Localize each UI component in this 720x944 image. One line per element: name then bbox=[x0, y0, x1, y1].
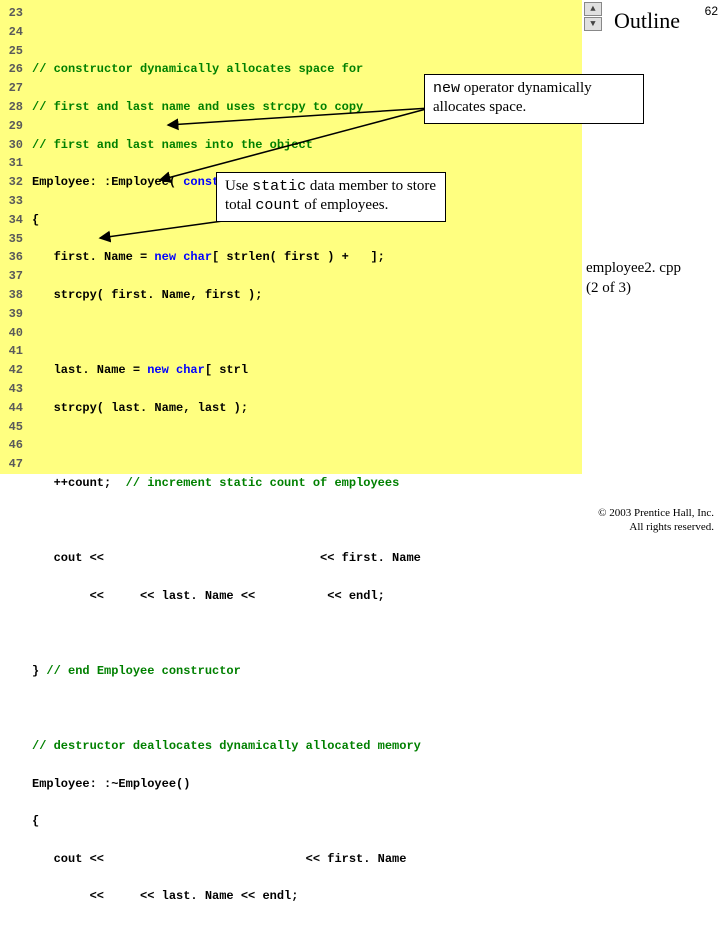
chevron-down-icon: ▼ bbox=[590, 19, 595, 29]
nav-up-button[interactable]: ▲ bbox=[584, 2, 602, 16]
code-line: cout << << first. Name bbox=[32, 549, 421, 568]
lineno: 44 bbox=[3, 399, 23, 418]
code-line: << << last. Name << << endl; bbox=[32, 587, 421, 606]
code-line bbox=[32, 699, 421, 718]
lineno: 47 bbox=[3, 455, 23, 474]
lineno: 30 bbox=[3, 136, 23, 155]
code-text: last. Name = bbox=[32, 363, 147, 377]
code-line: // first and last name and uses strcpy t… bbox=[32, 98, 421, 117]
code-line bbox=[32, 624, 421, 643]
code-keyword: new char bbox=[147, 363, 205, 377]
lineno: 33 bbox=[3, 192, 23, 211]
callout-text: Use bbox=[225, 178, 252, 194]
lineno: 37 bbox=[3, 267, 23, 286]
file-label: employee2. cpp (2 of 3) bbox=[586, 258, 681, 298]
code-line: Employee: :~Employee() bbox=[32, 775, 421, 794]
code-line: last. Name = new char[ strl bbox=[32, 361, 421, 380]
lineno: 34 bbox=[3, 211, 23, 230]
file-progress: (2 of 3) bbox=[586, 278, 681, 298]
code-line: // destructor deallocates dynamically al… bbox=[32, 737, 421, 756]
code-text: } bbox=[32, 664, 46, 678]
nav-down-button[interactable]: ▼ bbox=[584, 17, 602, 31]
copyright-line: © 2003 Prentice Hall, Inc. bbox=[598, 506, 714, 520]
code-line: // constructor dynamically allocates spa… bbox=[32, 60, 421, 79]
chevron-up-icon: ▲ bbox=[590, 4, 595, 14]
code-line: cout << << first. Name bbox=[32, 850, 421, 869]
code-line: } // end Employee constructor bbox=[32, 662, 421, 681]
code-line: strcpy( first. Name, first ); bbox=[32, 286, 421, 305]
lineno: 29 bbox=[3, 117, 23, 136]
page-number: 62 bbox=[705, 4, 718, 18]
code-line bbox=[32, 324, 421, 343]
nav-buttons: ▲ ▼ bbox=[584, 2, 602, 31]
code-line: first. Name = new char[ strlen( first ) … bbox=[32, 248, 421, 267]
lineno: 43 bbox=[3, 380, 23, 399]
outline-label: Outline bbox=[614, 8, 680, 34]
lineno: 46 bbox=[3, 436, 23, 455]
code-comment: // increment static count of employees bbox=[126, 476, 400, 490]
lineno: 35 bbox=[3, 230, 23, 249]
copyright-line: All rights reserved. bbox=[598, 520, 714, 534]
lineno: 36 bbox=[3, 248, 23, 267]
slide: 23 24 25 26 27 28 29 30 31 32 33 34 35 3… bbox=[0, 0, 720, 540]
code-text: first. Name = bbox=[32, 250, 154, 264]
lineno: 45 bbox=[3, 418, 23, 437]
line-numbers: 23 24 25 26 27 28 29 30 31 32 33 34 35 3… bbox=[3, 4, 23, 474]
lineno: 25 bbox=[3, 42, 23, 61]
code-text: [ strl bbox=[205, 363, 248, 377]
code-line bbox=[32, 436, 421, 455]
callout-code: static bbox=[252, 178, 306, 195]
code-line: strcpy( last. Name, last ); bbox=[32, 399, 421, 418]
lineno: 39 bbox=[3, 305, 23, 324]
lineno: 32 bbox=[3, 173, 23, 192]
code-line bbox=[32, 512, 421, 531]
code-lines: // constructor dynamically allocates spa… bbox=[32, 4, 421, 944]
callout-text: of employees. bbox=[300, 197, 388, 213]
lineno: 24 bbox=[3, 23, 23, 42]
lineno: 38 bbox=[3, 286, 23, 305]
code-line: ++count; // increment static count of em… bbox=[32, 474, 421, 493]
lineno: 40 bbox=[3, 324, 23, 343]
lineno: 41 bbox=[3, 342, 23, 361]
callout-new-operator: new operator dynamically allocates space… bbox=[424, 74, 644, 124]
file-name: employee2. cpp bbox=[586, 258, 681, 278]
code-text: [ strlen( first ) + ]; bbox=[212, 250, 385, 264]
callout-code: new bbox=[433, 80, 460, 97]
code-text: Employee: :Employee( bbox=[32, 175, 183, 189]
callout-static-member: Use static data member to store total co… bbox=[216, 172, 446, 222]
code-line: { bbox=[32, 812, 421, 831]
callout-code: count bbox=[255, 197, 300, 214]
lineno: 28 bbox=[3, 98, 23, 117]
copyright: © 2003 Prentice Hall, Inc. All rights re… bbox=[598, 506, 714, 534]
code-line: // first and last names into the object bbox=[32, 136, 421, 155]
lineno: 23 bbox=[3, 4, 23, 23]
code-comment: // end Employee constructor bbox=[46, 664, 240, 678]
lineno: 27 bbox=[3, 79, 23, 98]
code-line bbox=[32, 23, 421, 42]
code-line: << << last. Name << endl; bbox=[32, 887, 421, 906]
code-keyword: new char bbox=[154, 250, 212, 264]
lineno: 31 bbox=[3, 154, 23, 173]
code-text: ++count; bbox=[32, 476, 126, 490]
code-area: 23 24 25 26 27 28 29 30 31 32 33 34 35 3… bbox=[0, 0, 582, 474]
lineno: 26 bbox=[3, 60, 23, 79]
lineno: 42 bbox=[3, 361, 23, 380]
